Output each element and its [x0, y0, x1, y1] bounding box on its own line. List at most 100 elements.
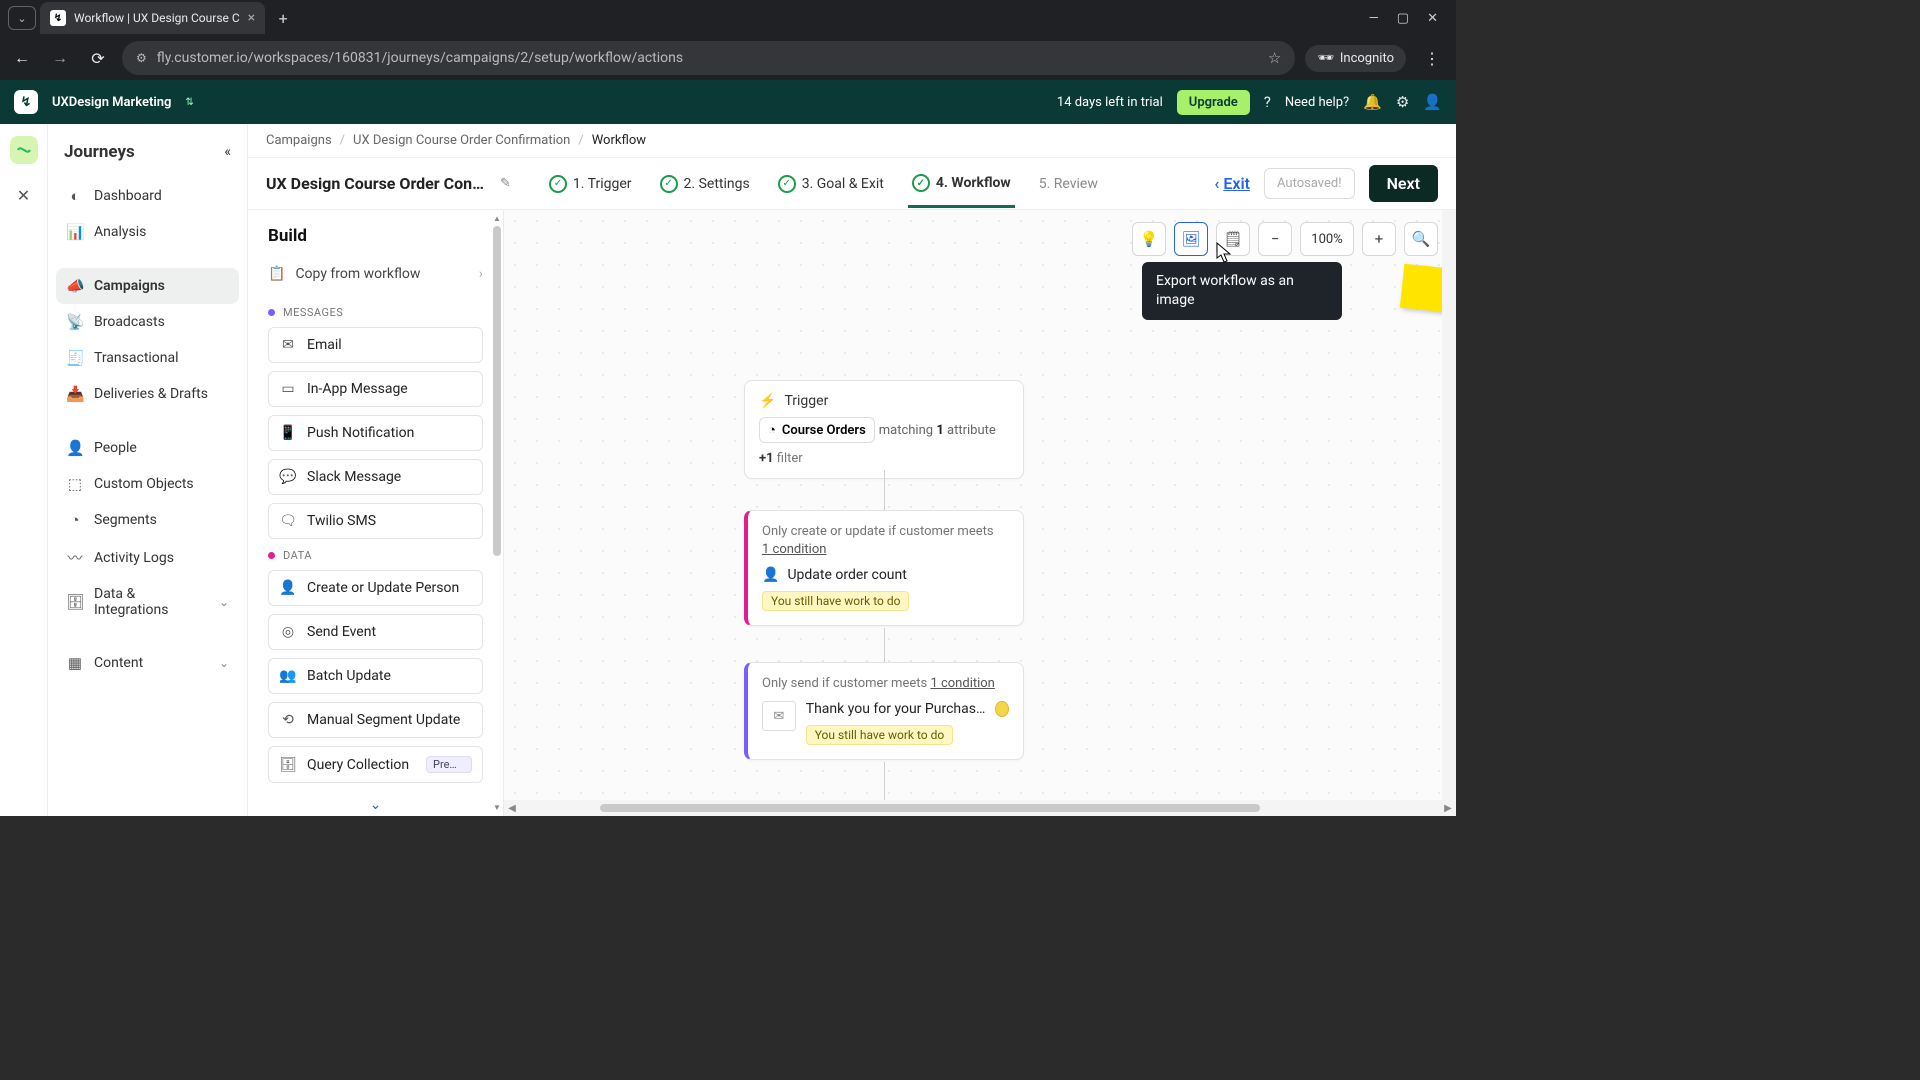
block-batch[interactable]: 👥Batch Update — [268, 658, 483, 694]
condition-link[interactable]: 1 condition — [762, 542, 826, 557]
node-update-person[interactable]: Only create or update if customer meets1… — [744, 510, 1024, 626]
workspace-switcher-icon[interactable]: ⇅ — [185, 97, 193, 108]
block-inapp[interactable]: ▭In-App Message — [268, 371, 483, 407]
status-dot-icon — [995, 701, 1009, 717]
build-expand-icon[interactable]: ⌄ — [268, 791, 483, 819]
scroll-left-icon[interactable]: ◀ — [504, 803, 520, 814]
settings-icon[interactable]: ⚙ — [1396, 93, 1409, 111]
mail-icon: ✉ — [279, 337, 297, 353]
sidenav-item-segments[interactable]: ◔Segments — [56, 502, 239, 538]
block-create-person[interactable]: 👤Create or Update Person — [268, 570, 483, 606]
scroll-thumb[interactable] — [493, 226, 501, 556]
zoom-in-button[interactable]: + — [1362, 222, 1396, 256]
warning-badge: You still have work to do — [806, 725, 953, 745]
address-bar[interactable]: ⚙ fly.customer.io/workspaces/160831/jour… — [122, 41, 1295, 75]
account-icon[interactable]: 👤 — [1423, 93, 1442, 111]
window-maximize-icon[interactable]: ▢ — [1397, 11, 1409, 26]
reload-button[interactable]: ⟳ — [84, 49, 112, 68]
sidenav-item-people[interactable]: 👤People — [56, 430, 239, 466]
filter-text[interactable]: +1 filter — [759, 451, 1009, 466]
sidenav-item-content[interactable]: ▦Content⌄ — [56, 645, 239, 681]
node-trigger[interactable]: ⚡Trigger ◔Course Orders matching 1 attri… — [744, 380, 1024, 479]
scroll-down-icon[interactable]: ▼ — [493, 803, 501, 812]
block-slack[interactable]: 💬Slack Message — [268, 459, 483, 495]
sidenav-item-custom-objects[interactable]: ⬚Custom Objects — [56, 466, 239, 502]
collapse-sidenav-icon[interactable]: « — [224, 144, 231, 160]
zoom-level[interactable]: 100% — [1300, 222, 1354, 256]
canvas-hscrollbar[interactable]: ◀ ▶ — [504, 800, 1456, 816]
copy-from-workflow[interactable]: 📋 Copy from workflow › — [268, 260, 483, 296]
notifications-icon[interactable]: 🔔 — [1363, 93, 1382, 111]
step-workflow[interactable]: ✓4. Workflow — [908, 159, 1015, 208]
rail-secondary-icon[interactable]: ✕ — [13, 184, 35, 206]
condition-link[interactable]: 1 condition — [930, 676, 994, 691]
need-help-label[interactable]: Need help? — [1285, 95, 1349, 110]
database-icon: 🗄 — [279, 757, 297, 773]
segments-icon: ◔ — [66, 511, 84, 529]
step-label: 2. Settings — [684, 176, 750, 192]
nav-label: Deliveries & Drafts — [94, 386, 208, 402]
node-email[interactable]: Only send if customer meets 1 condition … — [744, 662, 1024, 760]
chart-icon: 📊 — [66, 223, 84, 241]
block-twilio[interactable]: 🗨Twilio SMS — [268, 503, 483, 539]
edit-title-icon[interactable]: ✎ — [500, 176, 511, 191]
help-icon[interactable]: ? — [1264, 93, 1271, 111]
nav-label: Dashboard — [94, 188, 162, 204]
sidenav-item-analysis[interactable]: 📊Analysis — [56, 214, 239, 250]
step-settings[interactable]: ✓2. Settings — [656, 160, 754, 208]
window-close-icon[interactable]: ✕ — [1427, 11, 1438, 26]
block-send-event[interactable]: ◎Send Event — [268, 614, 483, 650]
person-icon: 👤 — [762, 567, 779, 583]
scroll-right-icon[interactable]: ▶ — [1440, 803, 1456, 814]
check-icon: ✓ — [912, 174, 930, 192]
segment-pill[interactable]: ◔Course Orders — [759, 417, 875, 443]
back-button[interactable]: ← — [8, 48, 36, 68]
build-scrollbar[interactable]: ▲ ▼ — [493, 214, 501, 812]
breadcrumb: Campaigns / UX Design Course Order Confi… — [248, 124, 1456, 158]
rail-journeys-icon[interactable] — [10, 136, 38, 164]
crumb-campaigns[interactable]: Campaigns — [266, 133, 332, 148]
block-manual-segment[interactable]: ⟲Manual Segment Update — [268, 702, 483, 738]
forward-button[interactable]: → — [46, 48, 74, 68]
incognito-chip[interactable]: 🕶 Incognito — [1305, 45, 1406, 72]
step-goal[interactable]: ✓3. Goal & Exit — [774, 160, 888, 208]
chevron-down-icon: ⌄ — [219, 656, 229, 670]
exit-link[interactable]: ‹Exit — [1214, 174, 1250, 193]
site-info-icon[interactable]: ⚙ — [136, 51, 147, 65]
check-icon: ✓ — [778, 175, 796, 193]
workspace-name[interactable]: UXDesign Marketing — [52, 95, 171, 110]
new-tab-button[interactable]: + — [269, 4, 297, 32]
browser-tab[interactable]: ↯ Workflow | UX Design Course C × — [40, 2, 265, 34]
window-minimize-icon[interactable]: — — [1369, 11, 1379, 26]
tab-close-icon[interactable]: × — [248, 10, 255, 26]
canvas-vscrollbar[interactable] — [1442, 210, 1456, 800]
scroll-thumb[interactable] — [600, 804, 1260, 812]
upgrade-button[interactable]: Upgrade — [1177, 90, 1250, 115]
block-push[interactable]: 📱Push Notification — [268, 415, 483, 451]
app-logo[interactable]: ↯ — [14, 90, 38, 114]
block-query-collection[interactable]: 🗄Query CollectionPremi… — [268, 746, 483, 783]
zoom-out-button[interactable]: − — [1258, 222, 1292, 256]
sidenav-item-broadcasts[interactable]: 📡Broadcasts — [56, 304, 239, 340]
sidenav-item-deliveries[interactable]: 📥Deliveries & Drafts — [56, 376, 239, 412]
block-email[interactable]: ✉Email — [268, 327, 483, 363]
sticky-note-button[interactable]: 🗒 — [1216, 222, 1250, 256]
people-icon: 👥 — [279, 668, 297, 684]
workflow-canvas[interactable]: 💡 🖼 🗒 − 100% + 🔍 Export workflow as an i… — [504, 210, 1456, 816]
sidenav-item-dashboard[interactable]: ◐Dashboard — [56, 178, 239, 214]
sidenav-item-data[interactable]: 🗄Data & Integrations⌄ — [56, 577, 239, 627]
sidenav-item-transactional[interactable]: 🧾Transactional — [56, 340, 239, 376]
search-canvas-button[interactable]: 🔍 — [1404, 222, 1438, 256]
step-review[interactable]: 5. Review — [1035, 161, 1102, 207]
next-button[interactable]: Next — [1369, 165, 1438, 202]
exit-label: Exit — [1223, 174, 1250, 193]
export-image-button[interactable]: 🖼 — [1174, 222, 1208, 256]
browser-menu-icon[interactable]: ⋮ — [1416, 49, 1448, 68]
lightbulb-button[interactable]: 💡 — [1132, 222, 1166, 256]
tab-search-button[interactable]: ⌄ — [8, 6, 36, 30]
sidenav-item-campaigns[interactable]: 📣Campaigns — [56, 268, 239, 304]
bookmark-icon[interactable]: ☆ — [1268, 49, 1281, 67]
crumb-campaign-name[interactable]: UX Design Course Order Confirmation — [353, 133, 570, 148]
step-trigger[interactable]: ✓1. Trigger — [545, 160, 636, 208]
sidenav-item-activity[interactable]: 〰Activity Logs — [56, 538, 239, 577]
